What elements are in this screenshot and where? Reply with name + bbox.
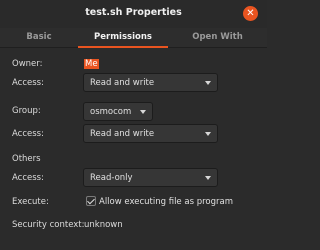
allow-execute-label[interactable]: Allow executing file as program xyxy=(99,197,233,207)
owner-access-dropdown[interactable]: Read and write xyxy=(83,73,218,92)
window-title: test.sh Properties xyxy=(85,7,182,18)
owner-access-label: Access: xyxy=(12,78,44,88)
chevron-down-icon xyxy=(205,176,211,180)
tab-open-with[interactable]: Open With xyxy=(168,28,267,48)
owner-value: Me xyxy=(84,59,99,69)
chevron-down-icon xyxy=(140,110,146,114)
title-bar: test.sh Properties ✕ xyxy=(0,0,267,28)
group-access-value: Read and write xyxy=(90,129,155,139)
others-access-label: Access: xyxy=(12,173,44,183)
tab-basic[interactable]: Basic xyxy=(0,28,78,48)
chevron-down-icon xyxy=(205,132,211,136)
group-access-dropdown[interactable]: Read and write xyxy=(83,124,218,143)
close-button[interactable]: ✕ xyxy=(243,6,258,21)
group-dropdown[interactable]: osmocom xyxy=(83,102,153,121)
tab-permissions[interactable]: Permissions xyxy=(78,28,168,48)
group-label: Group: xyxy=(12,106,41,116)
others-access-dropdown[interactable]: Read-only xyxy=(83,168,218,187)
security-context-value: unknown xyxy=(84,220,123,230)
chevron-down-icon xyxy=(205,81,211,85)
others-heading: Others xyxy=(12,154,41,164)
others-access-value: Read-only xyxy=(90,173,133,183)
execute-label: Execute: xyxy=(12,197,49,207)
tab-bar: Basic Permissions Open With xyxy=(0,28,267,48)
close-icon: ✕ xyxy=(246,8,255,19)
owner-label: Owner: xyxy=(12,59,43,69)
owner-access-value: Read and write xyxy=(90,78,155,88)
group-access-label: Access: xyxy=(12,129,44,139)
security-context-label: Security context: xyxy=(12,220,85,230)
allow-execute-checkbox[interactable] xyxy=(86,196,96,206)
group-value: osmocom xyxy=(90,107,132,117)
active-tab-indicator xyxy=(78,46,168,48)
checkmark-icon xyxy=(87,196,95,205)
